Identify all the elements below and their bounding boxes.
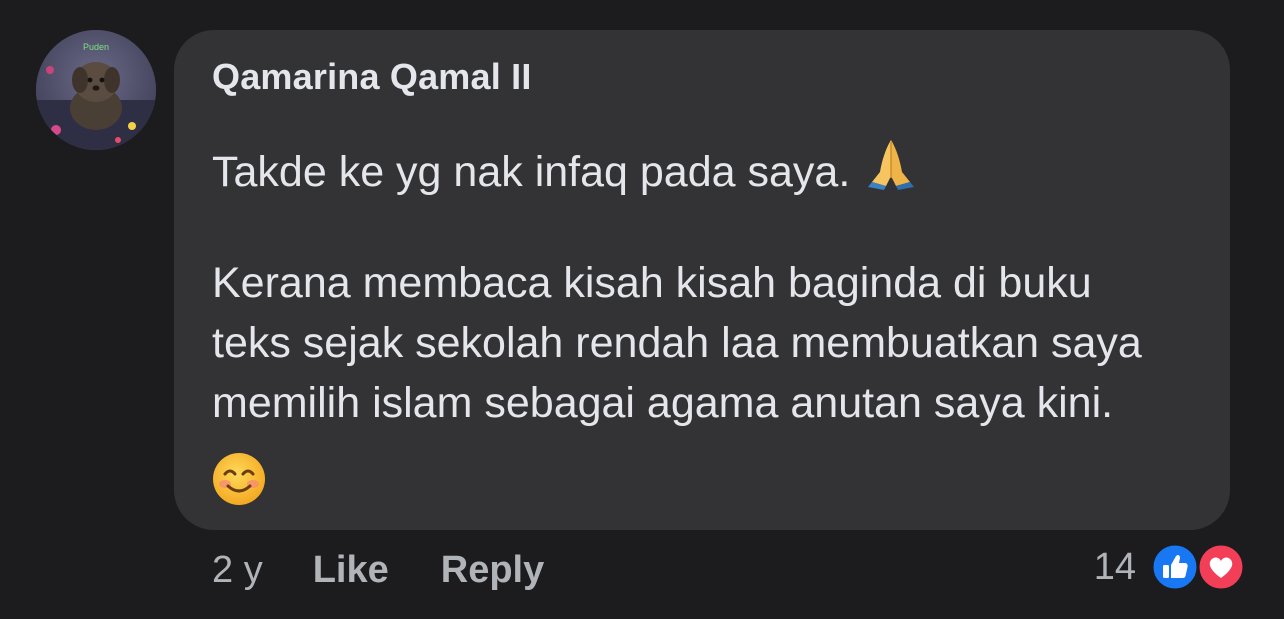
love-icon xyxy=(1196,542,1246,597)
reaction-count: 14 xyxy=(1093,545,1136,588)
comment-text-line: Takde ke yg nak infaq pada saya. xyxy=(212,148,851,196)
like-button[interactable]: Like xyxy=(313,549,389,592)
author-name[interactable]: Qamarina Qamal II xyxy=(212,56,532,98)
comment-line-2: Kerana membaca kisah kisah baginda di bu… xyxy=(212,259,1092,307)
folded-hands-emoji-icon xyxy=(862,134,920,200)
comment-actions: 2 y Like Reply xyxy=(212,548,596,592)
comment-line-3: teks sejak sekolah rendah laa membuatkan… xyxy=(212,319,1142,367)
like-icon xyxy=(1150,542,1200,597)
avatar-image: Puden xyxy=(36,30,156,150)
smiling-face-emoji-icon xyxy=(212,452,266,511)
comment-line-1: Takde ke yg nak infaq pada saya. xyxy=(212,134,920,200)
reactions-summary[interactable]: 14 xyxy=(1094,542,1250,592)
reaction-icons xyxy=(1150,542,1250,592)
comment-line-4: memilih islam sebagai agama anutan saya … xyxy=(212,379,1114,427)
comment-timestamp[interactable]: 2 y xyxy=(212,549,263,592)
reply-button[interactable]: Reply xyxy=(441,549,544,592)
comment-bubble: Qamarina Qamal II Takde ke yg nak infaq … xyxy=(174,30,1230,530)
avatar[interactable]: Puden xyxy=(36,30,156,150)
avatar-label: Puden xyxy=(83,42,109,52)
comment-screen: Puden Qamarina Qamal II Takde ke yg nak … xyxy=(0,0,1284,619)
